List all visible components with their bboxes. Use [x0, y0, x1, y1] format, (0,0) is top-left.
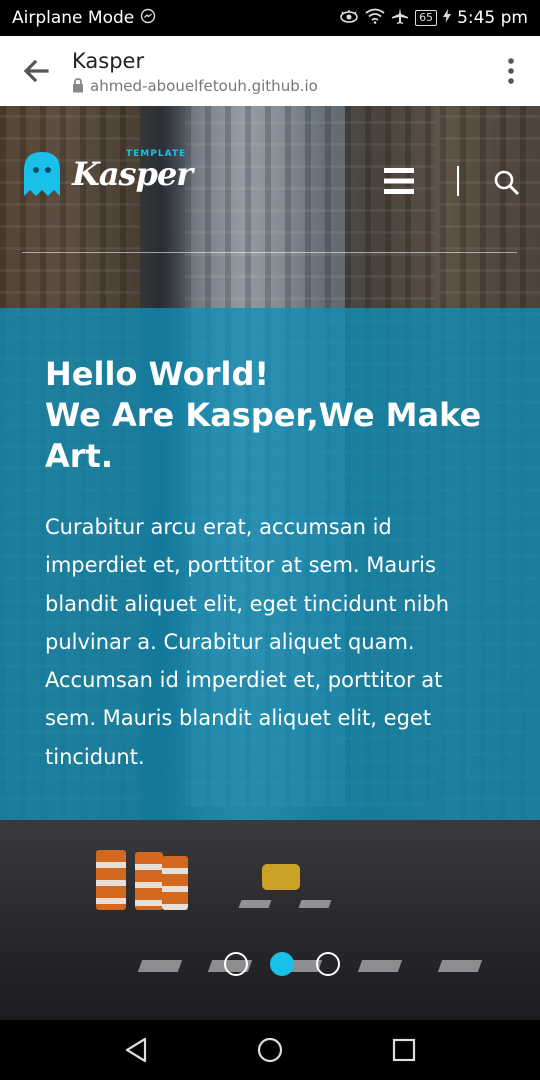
status-left: Airplane Mode — [12, 8, 156, 29]
nav-bottom-divider — [22, 252, 517, 253]
crosswalk-stripe — [137, 960, 183, 972]
triangle-back-icon — [126, 1037, 147, 1063]
crosswalk-stripe — [238, 900, 272, 908]
slider-dot-3[interactable] — [316, 952, 340, 976]
status-time: 5:45 pm — [457, 8, 528, 28]
logo-template-label: TEMPLATE — [126, 149, 187, 159]
crosswalk-stripe — [298, 900, 332, 908]
eye-comfort-icon — [339, 8, 359, 28]
address-block[interactable]: Kasper ahmed-abouelfetouh.github.io — [72, 48, 482, 95]
wifi-icon — [365, 8, 385, 29]
hero-section: TEMPLATE Kasper Hello World! We Are Kasp… — [0, 106, 540, 1020]
system-recents-button[interactable] — [392, 1038, 416, 1062]
site-navbar: TEMPLATE Kasper — [0, 106, 540, 256]
circle-home-icon — [257, 1037, 283, 1063]
search-button[interactable] — [494, 170, 520, 200]
search-icon — [494, 170, 520, 196]
system-navigation-bar — [0, 1020, 540, 1080]
browser-toolbar: Kasper ahmed-abouelfetouh.github.io — [0, 36, 540, 106]
slider-pagination — [224, 952, 340, 976]
traffic-barrel — [162, 856, 188, 910]
hero-body-text: Curabitur arcu erat, accumsan id imperdi… — [45, 515, 450, 769]
square-recents-icon — [392, 1038, 415, 1062]
crosswalk-stripe — [357, 960, 403, 972]
charging-icon — [443, 8, 452, 28]
nav-vertical-divider — [457, 166, 459, 196]
back-button[interactable] — [0, 36, 72, 106]
airplane-icon — [391, 7, 409, 30]
messenger-icon — [140, 8, 156, 29]
street-background — [0, 820, 540, 1020]
status-right: 65 5:45 pm — [339, 7, 528, 30]
battery-indicator: 65 — [415, 10, 438, 26]
traffic-barrel — [96, 850, 126, 910]
slider-dot-2-active[interactable] — [270, 952, 294, 976]
system-home-button[interactable] — [257, 1037, 283, 1063]
kebab-menu-icon — [508, 58, 514, 84]
headline-line-3: Art. — [45, 437, 113, 475]
url-text: ahmed-abouelfetouh.github.io — [90, 76, 318, 95]
slider-dot-1[interactable] — [224, 952, 248, 976]
taxi-car — [262, 864, 300, 890]
crosswalk-stripe — [437, 960, 483, 972]
logo-brand-name: Kasper — [72, 155, 193, 193]
system-back-button[interactable] — [124, 1037, 148, 1063]
headline-line-1: Hello World! — [45, 355, 269, 393]
status-bar: Airplane Mode 65 5:45 pm — [0, 0, 540, 36]
airplane-mode-label: Airplane Mode — [12, 8, 135, 28]
url-line: ahmed-abouelfetouh.github.io — [72, 77, 482, 95]
headline-line-2: We Are Kasper,We Make — [45, 396, 482, 434]
site-logo[interactable]: TEMPLATE Kasper — [22, 149, 193, 198]
page-title: Kasper — [72, 48, 145, 73]
traffic-barrel — [135, 852, 163, 910]
hamburger-menu-button[interactable] — [384, 168, 414, 198]
hero-headline: Hello World! We Are Kasper,We Make Art. — [45, 354, 505, 477]
hamburger-icon — [384, 168, 414, 194]
ghost-icon — [24, 152, 60, 196]
logo-text: TEMPLATE Kasper — [72, 149, 193, 193]
lock-icon — [73, 78, 83, 93]
arrow-left-icon — [23, 60, 49, 82]
overflow-menu-button[interactable] — [482, 36, 540, 106]
